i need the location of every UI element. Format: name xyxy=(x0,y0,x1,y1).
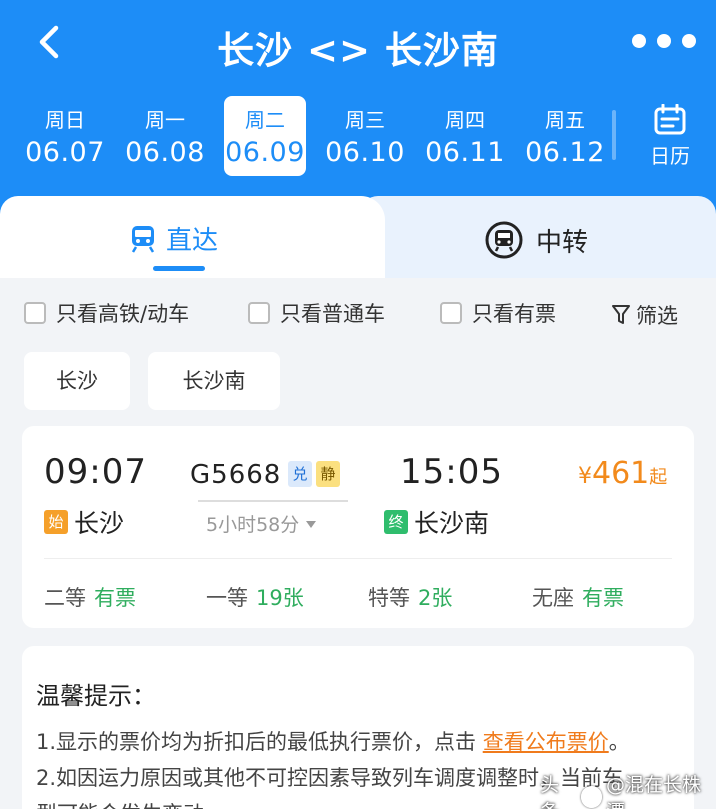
watermark-logo-icon xyxy=(580,786,603,808)
card-divider xyxy=(44,558,672,559)
tip-line-3: 型可能会发生变动。 xyxy=(36,798,225,809)
tip-line-1: 1.显示的票价均为折扣后的最低执行票价，点击 查看公布票价。 xyxy=(36,730,630,754)
date-tab-0609[interactable]: 周二 06.09 xyxy=(224,96,306,176)
date-tab-0611[interactable]: 周四 06.11 xyxy=(424,96,506,176)
end-station: 终 长沙南 xyxy=(384,504,489,540)
view-published-fare-link[interactable]: 查看公布票价 xyxy=(483,730,609,754)
filter-available-only[interactable]: 只看有票 xyxy=(440,298,556,328)
duration-toggle[interactable]: 5小时58分 xyxy=(206,510,317,537)
checkbox-available-only[interactable] xyxy=(440,302,462,324)
badge-quiet: 静 xyxy=(316,461,340,487)
start-tag: 始 xyxy=(44,510,68,534)
route-line xyxy=(198,500,348,502)
filter-high-speed[interactable]: 只看高铁/动车 xyxy=(24,298,189,328)
date-tab-0610[interactable]: 周三 06.10 xyxy=(324,96,406,176)
departure-time: 09:07 xyxy=(44,452,147,492)
arrival-time: 15:05 xyxy=(400,452,503,492)
station-chip-to[interactable]: 长沙南 xyxy=(148,352,280,410)
filter-button[interactable]: 筛选 xyxy=(612,300,678,330)
checkbox-normal-train[interactable] xyxy=(248,302,270,324)
tips-title: 温馨提示： xyxy=(36,682,156,710)
seat-premium-class: 特等 2张 xyxy=(368,586,453,610)
tab-transfer[interactable]: 中转 xyxy=(484,220,588,260)
station-chip-from[interactable]: 长沙 xyxy=(24,352,130,410)
date-tab-0608[interactable]: 周一 06.08 xyxy=(124,96,206,176)
start-station: 始 长沙 xyxy=(44,504,124,540)
date-selector: 周日 06.07 周一 06.08 周二 06.09 周三 06.10 周四 0… xyxy=(0,96,716,176)
tip-line-2: 2.如因运力原因或其他不可控因素导致列车调度调整时，当前车 xyxy=(36,766,624,790)
seat-no-seat: 无座 有票 xyxy=(532,586,624,610)
end-tag: 终 xyxy=(384,510,408,534)
checkbox-high-speed[interactable] xyxy=(24,302,46,324)
tab-direct[interactable]: 直达 xyxy=(130,220,218,257)
train-icon xyxy=(131,225,155,253)
train-card[interactable]: 09:07 G5668 兑 静 15:05 ¥461起 5小时58分 始 长沙 … xyxy=(22,426,694,628)
page-title: 长沙 <> 长沙南 xyxy=(217,29,499,72)
more-dots-icon xyxy=(632,34,646,48)
filter-normal-train[interactable]: 只看普通车 xyxy=(248,298,385,328)
date-divider xyxy=(612,110,616,160)
more-button[interactable] xyxy=(632,34,696,50)
seat-first-class: 一等 19张 xyxy=(206,586,304,610)
price: ¥461起 xyxy=(578,456,668,491)
calendar-button[interactable]: 日历 xyxy=(640,100,700,170)
date-tab-0607[interactable]: 周日 06.07 xyxy=(24,96,106,176)
tab-active-indicator xyxy=(153,266,205,271)
triangle-down-icon xyxy=(306,520,317,528)
calendar-icon xyxy=(654,104,686,135)
train-number: G5668 xyxy=(190,460,282,490)
date-tab-0612[interactable]: 周五 06.12 xyxy=(524,96,606,176)
watermark: 头条 @混在长株潭 xyxy=(540,770,716,809)
transfer-train-icon xyxy=(485,221,523,259)
badge-exchange: 兑 xyxy=(288,461,312,487)
mode-tabs: 直达 xyxy=(0,196,716,278)
filter-icon xyxy=(612,305,630,324)
seat-second-class: 二等 有票 xyxy=(44,586,136,610)
